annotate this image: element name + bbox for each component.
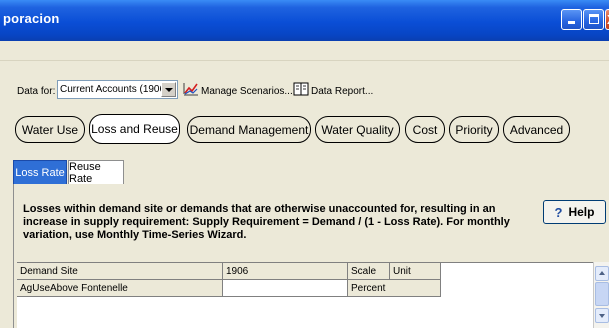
tab-demand-management[interactable]: Demand Management	[187, 116, 311, 143]
minimize-icon	[568, 21, 575, 24]
data-for-label: Data for:	[17, 86, 56, 97]
subtab-loss-rate[interactable]: Loss Rate	[13, 160, 67, 184]
data-report-button[interactable]: Data Report...	[311, 86, 373, 97]
scroll-thumb[interactable]	[595, 282, 609, 306]
column-header-year[interactable]: 1906	[223, 263, 348, 280]
tab-priority[interactable]: Priority	[449, 116, 499, 143]
book-icon[interactable]	[293, 82, 309, 96]
tab-cost[interactable]: Cost	[405, 116, 445, 143]
manage-scenarios-icon[interactable]	[183, 82, 199, 96]
row-demand-site[interactable]: AgUseAbove Fontenelle	[17, 280, 223, 297]
loss-rate-value-cell[interactable]	[223, 280, 348, 297]
tab-loss-and-reuse[interactable]: Loss and Reuse	[89, 114, 180, 144]
tab-water-use[interactable]: Water Use	[15, 116, 85, 143]
description-text: Losses within demand site or demands tha…	[23, 203, 510, 241]
column-header-demand-site[interactable]: Demand Site	[17, 263, 223, 280]
menu-strip	[0, 41, 609, 61]
vertical-scrollbar[interactable]	[593, 262, 609, 328]
tab-water-quality[interactable]: Water Quality	[315, 116, 400, 143]
manage-scenarios-button[interactable]: Manage Scenarios...	[201, 86, 293, 97]
maximize-icon	[589, 14, 599, 24]
minimize-button[interactable]	[561, 9, 582, 30]
help-button[interactable]: ? Help	[543, 200, 606, 224]
data-for-select[interactable]: Current Accounts (1906)	[57, 80, 178, 99]
title-bar: poracion X	[0, 0, 609, 41]
scroll-up-icon[interactable]	[595, 266, 609, 281]
scroll-down-icon[interactable]	[595, 308, 609, 323]
help-icon: ?	[554, 204, 563, 220]
maximize-button[interactable]	[583, 9, 604, 30]
close-button[interactable]: X	[605, 9, 609, 30]
column-header-scale[interactable]: Scale	[348, 263, 390, 280]
subtab-reuse-rate[interactable]: Reuse Rate	[68, 160, 124, 185]
column-header-unit[interactable]: Unit	[390, 263, 441, 280]
tab-advanced[interactable]: Advanced	[503, 116, 570, 143]
data-for-value: Current Accounts (1906)	[60, 84, 169, 95]
row-scale[interactable]: Percent	[348, 280, 441, 297]
chevron-down-icon[interactable]	[161, 82, 176, 97]
help-label: Help	[568, 205, 595, 219]
data-grid: Demand Site 1906 Scale Unit AgUseAbove F…	[17, 262, 593, 328]
window-title: poracion	[3, 11, 60, 26]
